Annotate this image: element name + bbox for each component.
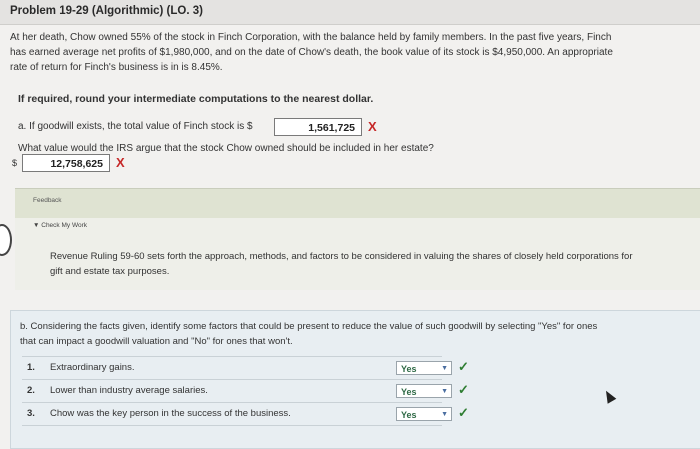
part-b-line-1: b. Considering the facts given, identify…	[20, 321, 598, 332]
feedback-label: Feedback	[33, 197, 62, 204]
intro-line-3: rate of return for Finch's business is i…	[10, 62, 223, 73]
dropdown-arrow-icon: ▼	[441, 411, 448, 418]
feedback-bar: Feedback	[15, 188, 700, 219]
part-a-prompt: a. If goodwill exists, the total value o…	[18, 121, 253, 132]
row-divider	[22, 379, 442, 380]
incorrect-mark-icon: X	[368, 119, 377, 134]
row-divider	[22, 425, 442, 426]
currency-symbol: $	[12, 158, 18, 168]
dropdown-arrow-icon: ▼	[441, 365, 448, 372]
problem-title: Problem 19-29 (Algorithmic) (LO. 3)	[10, 5, 203, 17]
factor-row-2: 2. Lower than industry average salaries.…	[27, 382, 469, 398]
intro-line-1: At her death, Chow owned 55% of the stoc…	[10, 32, 612, 43]
triangle-down-icon: ▼	[33, 222, 40, 229]
factor-row-3: 3. Chow was the key person in the succes…	[27, 405, 469, 421]
factor-row-1: 1. Extraordinary gains. Yes ▼ ✓	[27, 359, 469, 375]
part-b-line-2: that can impact a goodwill valuation and…	[20, 336, 293, 347]
feedback-line-1: Revenue Ruling 59-60 sets forth the appr…	[50, 251, 633, 262]
row-divider	[22, 356, 442, 357]
correct-check-icon: ✓	[458, 359, 469, 374]
rounding-instruction: If required, round your intermediate com…	[18, 93, 374, 105]
radio-circle-icon	[0, 224, 12, 256]
row-divider	[22, 402, 442, 403]
correct-check-icon: ✓	[458, 405, 469, 420]
incorrect-mark-icon-2: X	[116, 155, 125, 170]
check-my-work-panel: ▼ Check My Work Revenue Ruling 59-60 set…	[15, 218, 700, 290]
feedback-line-2: gift and estate tax purposes.	[50, 266, 170, 277]
factor-3-select[interactable]: Yes ▼	[396, 407, 452, 421]
factor-1-select[interactable]: Yes ▼	[396, 361, 452, 375]
goodwill-value-input[interactable]: 1,561,725	[274, 118, 362, 136]
dropdown-arrow-icon: ▼	[441, 388, 448, 395]
check-my-work-toggle[interactable]: ▼ Check My Work	[33, 222, 87, 229]
problem-header: Problem 19-29 (Algorithmic) (LO. 3)	[0, 0, 700, 25]
intro-line-2: has earned average net profits of $1,980…	[10, 47, 613, 58]
estate-value-input[interactable]: 12,758,625	[22, 154, 110, 172]
correct-check-icon: ✓	[458, 382, 469, 397]
factor-2-select[interactable]: Yes ▼	[396, 384, 452, 398]
